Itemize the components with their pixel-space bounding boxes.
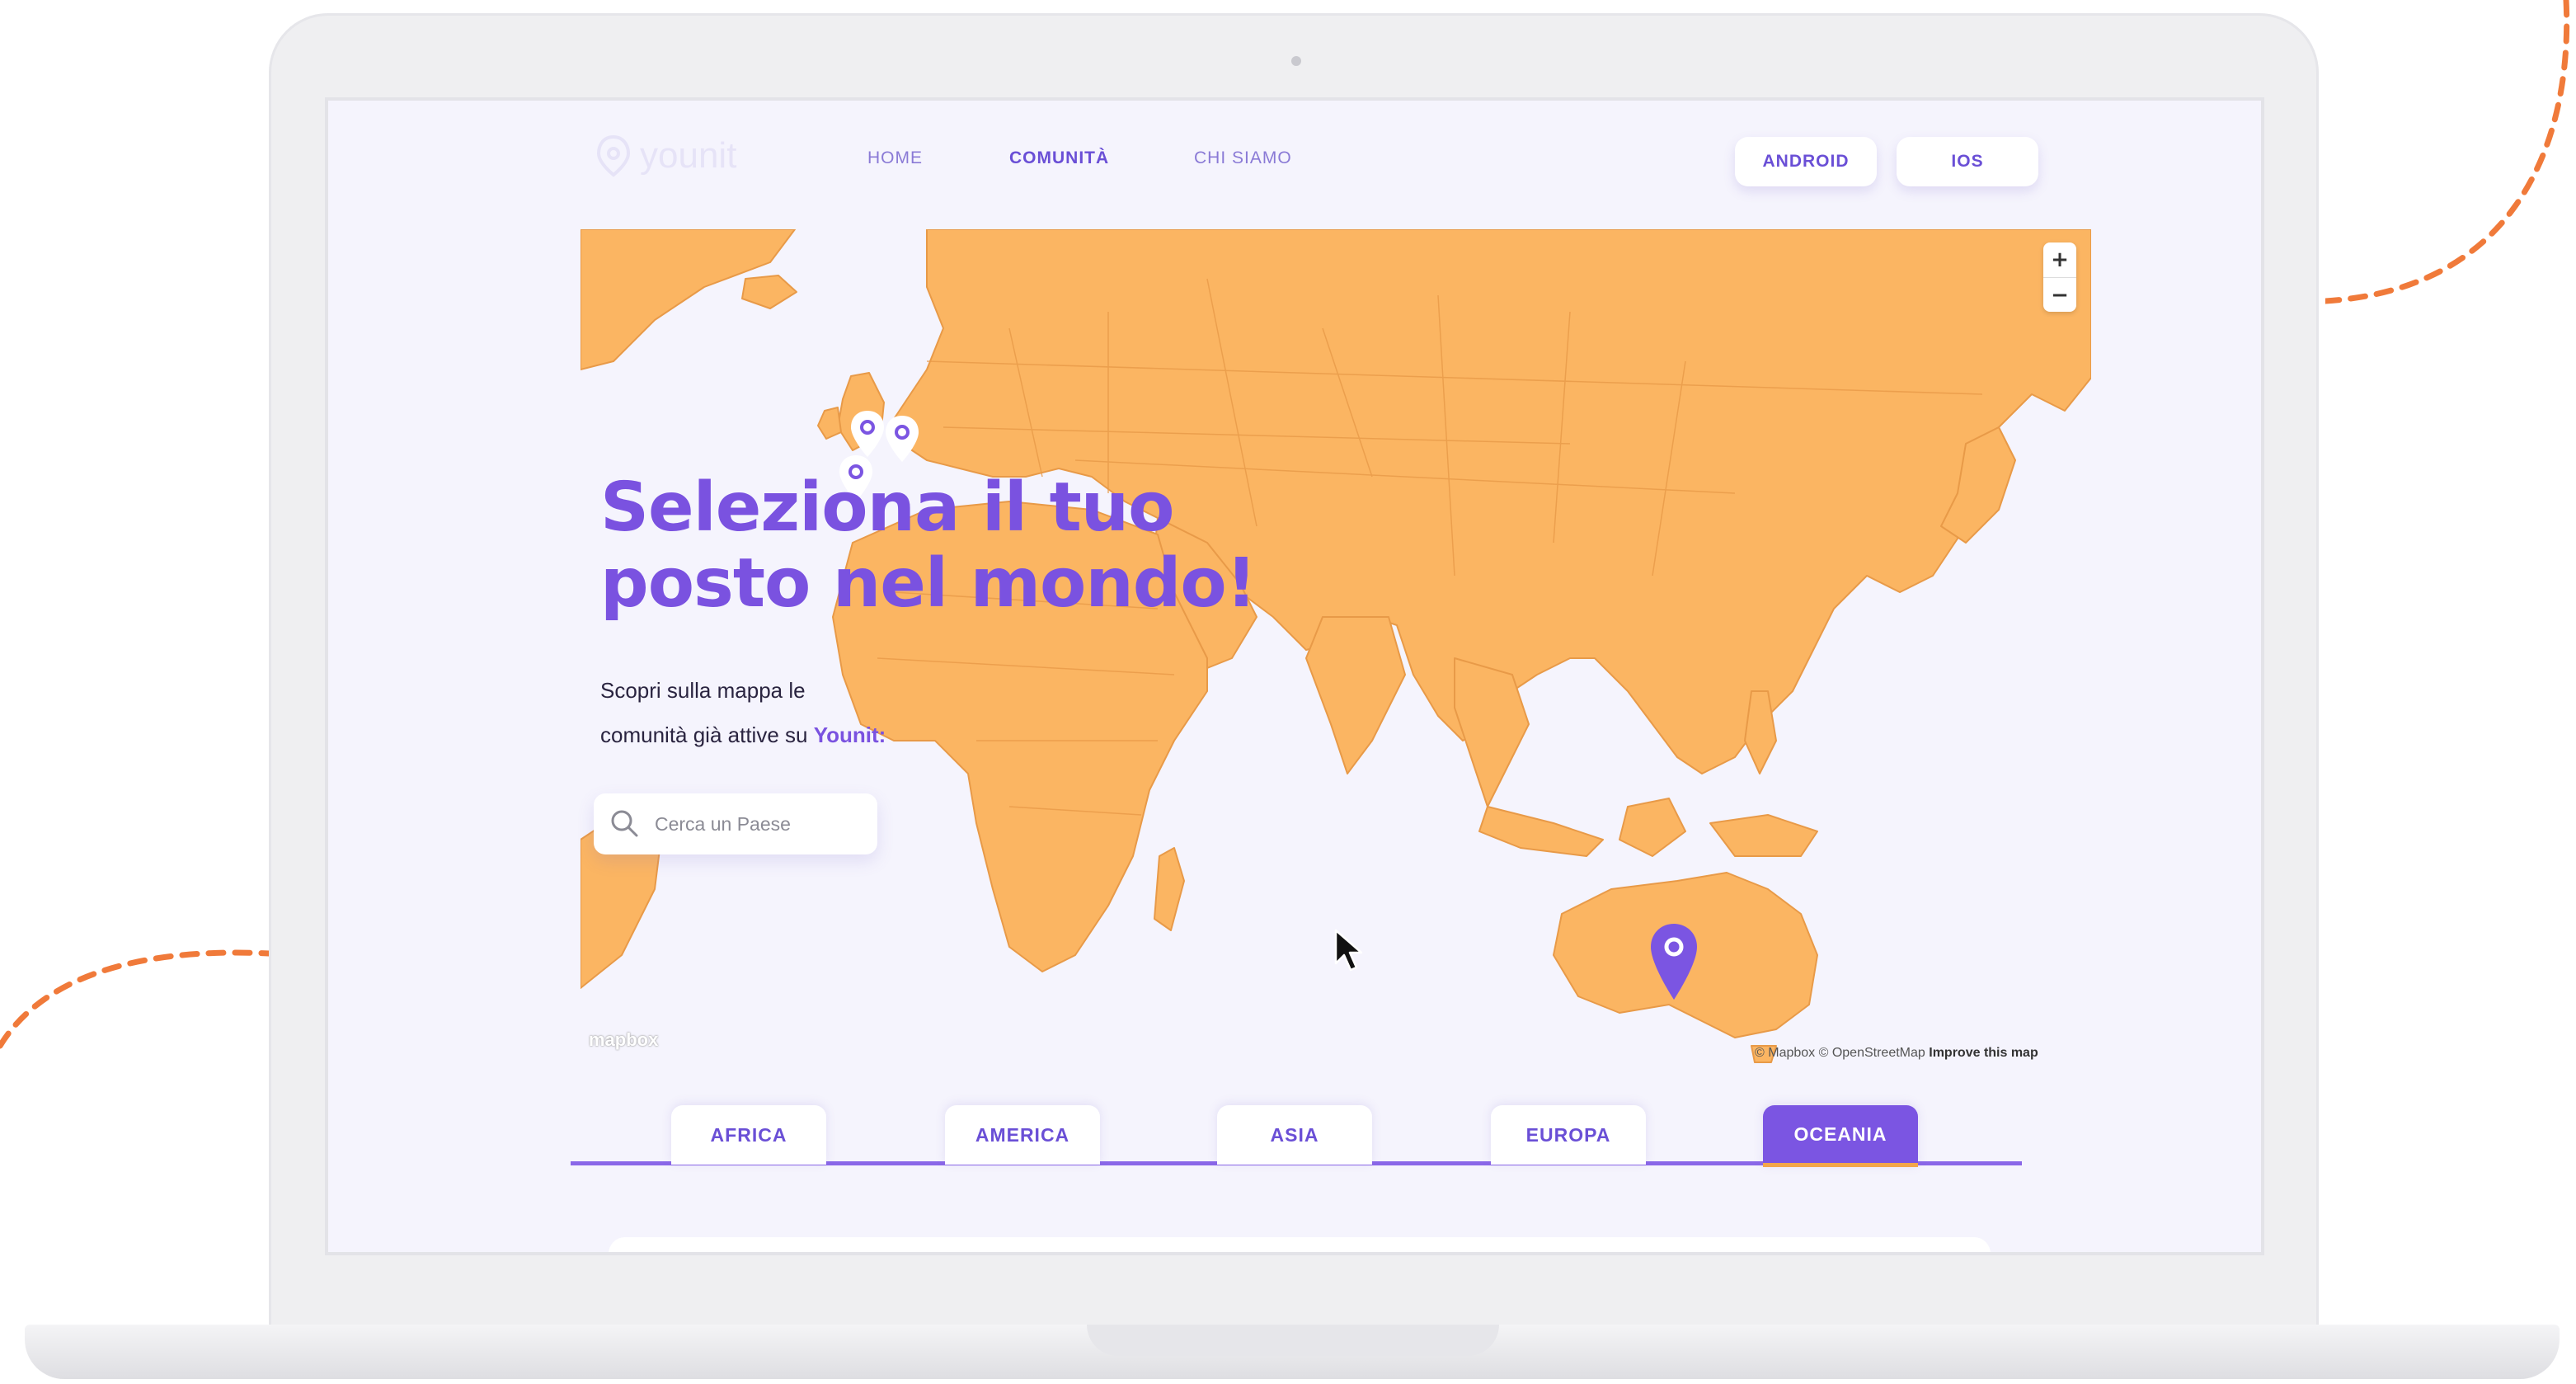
tab-oceania[interactable]: OCEANIA bbox=[1763, 1105, 1918, 1167]
tab-europa[interactable]: EUROPA bbox=[1491, 1105, 1646, 1165]
brand-name: Younit: bbox=[813, 723, 886, 747]
indonesia-shape-1 bbox=[1478, 806, 1604, 857]
title-line-1: Seleziona il tuo bbox=[600, 468, 1174, 547]
logo-icon bbox=[596, 134, 631, 177]
ios-button[interactable]: IOS bbox=[1897, 137, 2038, 186]
laptop-screen: younit HOME COMUNITÀ CHI SIAMO ANDROID I… bbox=[328, 101, 2261, 1252]
decorative-dashed-curve-top-right bbox=[2325, 0, 2570, 304]
nav-chi-siamo[interactable]: CHI SIAMO bbox=[1194, 148, 1292, 168]
map-pin-icon[interactable] bbox=[884, 414, 920, 464]
subtext-line-1: Scopri sulla mappa le bbox=[600, 678, 806, 703]
page-title: Seleziona il tuo posto nel mondo! bbox=[600, 468, 1257, 623]
ireland-shape bbox=[817, 407, 842, 440]
logo-text: younit bbox=[640, 135, 737, 176]
title-line-2: posto nel mondo! bbox=[600, 544, 1257, 623]
hero-subtext: Scopri sulla mappa le comunità già attiv… bbox=[600, 668, 886, 757]
madagascar-shape bbox=[1154, 847, 1185, 931]
tab-america[interactable]: AMERICA bbox=[945, 1105, 1100, 1165]
cursor-arrow-icon bbox=[1334, 929, 1363, 972]
camera-dot bbox=[1291, 56, 1301, 66]
map-pin-icon[interactable] bbox=[849, 409, 886, 459]
content-card-top bbox=[609, 1237, 1991, 1252]
map-attribution: © Mapbox © OpenStreetMap Improve this ma… bbox=[1755, 1046, 2038, 1061]
laptop-notch bbox=[1087, 1325, 1499, 1356]
decorative-dashed-curve-left bbox=[0, 949, 272, 1049]
zoom-in-button[interactable]: + bbox=[2043, 242, 2076, 277]
improve-map-link[interactable]: Improve this map bbox=[1929, 1046, 2038, 1060]
india-shape bbox=[1305, 616, 1406, 774]
zoom-out-button[interactable]: − bbox=[2043, 277, 2076, 313]
subtext-line-2: comunità già attive su bbox=[600, 723, 808, 747]
tab-africa[interactable]: AFRICA bbox=[671, 1105, 826, 1165]
search-icon bbox=[611, 810, 638, 837]
map-pin-icon-active[interactable] bbox=[1649, 922, 1699, 1001]
logo[interactable]: younit bbox=[595, 134, 736, 178]
country-search bbox=[594, 793, 877, 854]
mapbox-logo[interactable]: mapbox bbox=[589, 1029, 658, 1051]
attribution-text[interactable]: © Mapbox © OpenStreetMap bbox=[1755, 1046, 1925, 1060]
iceland-shape bbox=[741, 275, 797, 309]
nav-comunita[interactable]: COMUNITÀ bbox=[1009, 148, 1109, 168]
android-button[interactable]: ANDROID bbox=[1735, 137, 1877, 186]
nav-home[interactable]: HOME bbox=[867, 148, 923, 168]
tab-asia[interactable]: ASIA bbox=[1217, 1105, 1372, 1165]
indonesia-shape-3 bbox=[1709, 814, 1818, 857]
map-zoom-control: + − bbox=[2043, 242, 2076, 312]
indonesia-shape-2 bbox=[1619, 798, 1686, 857]
search-input[interactable] bbox=[653, 812, 854, 836]
